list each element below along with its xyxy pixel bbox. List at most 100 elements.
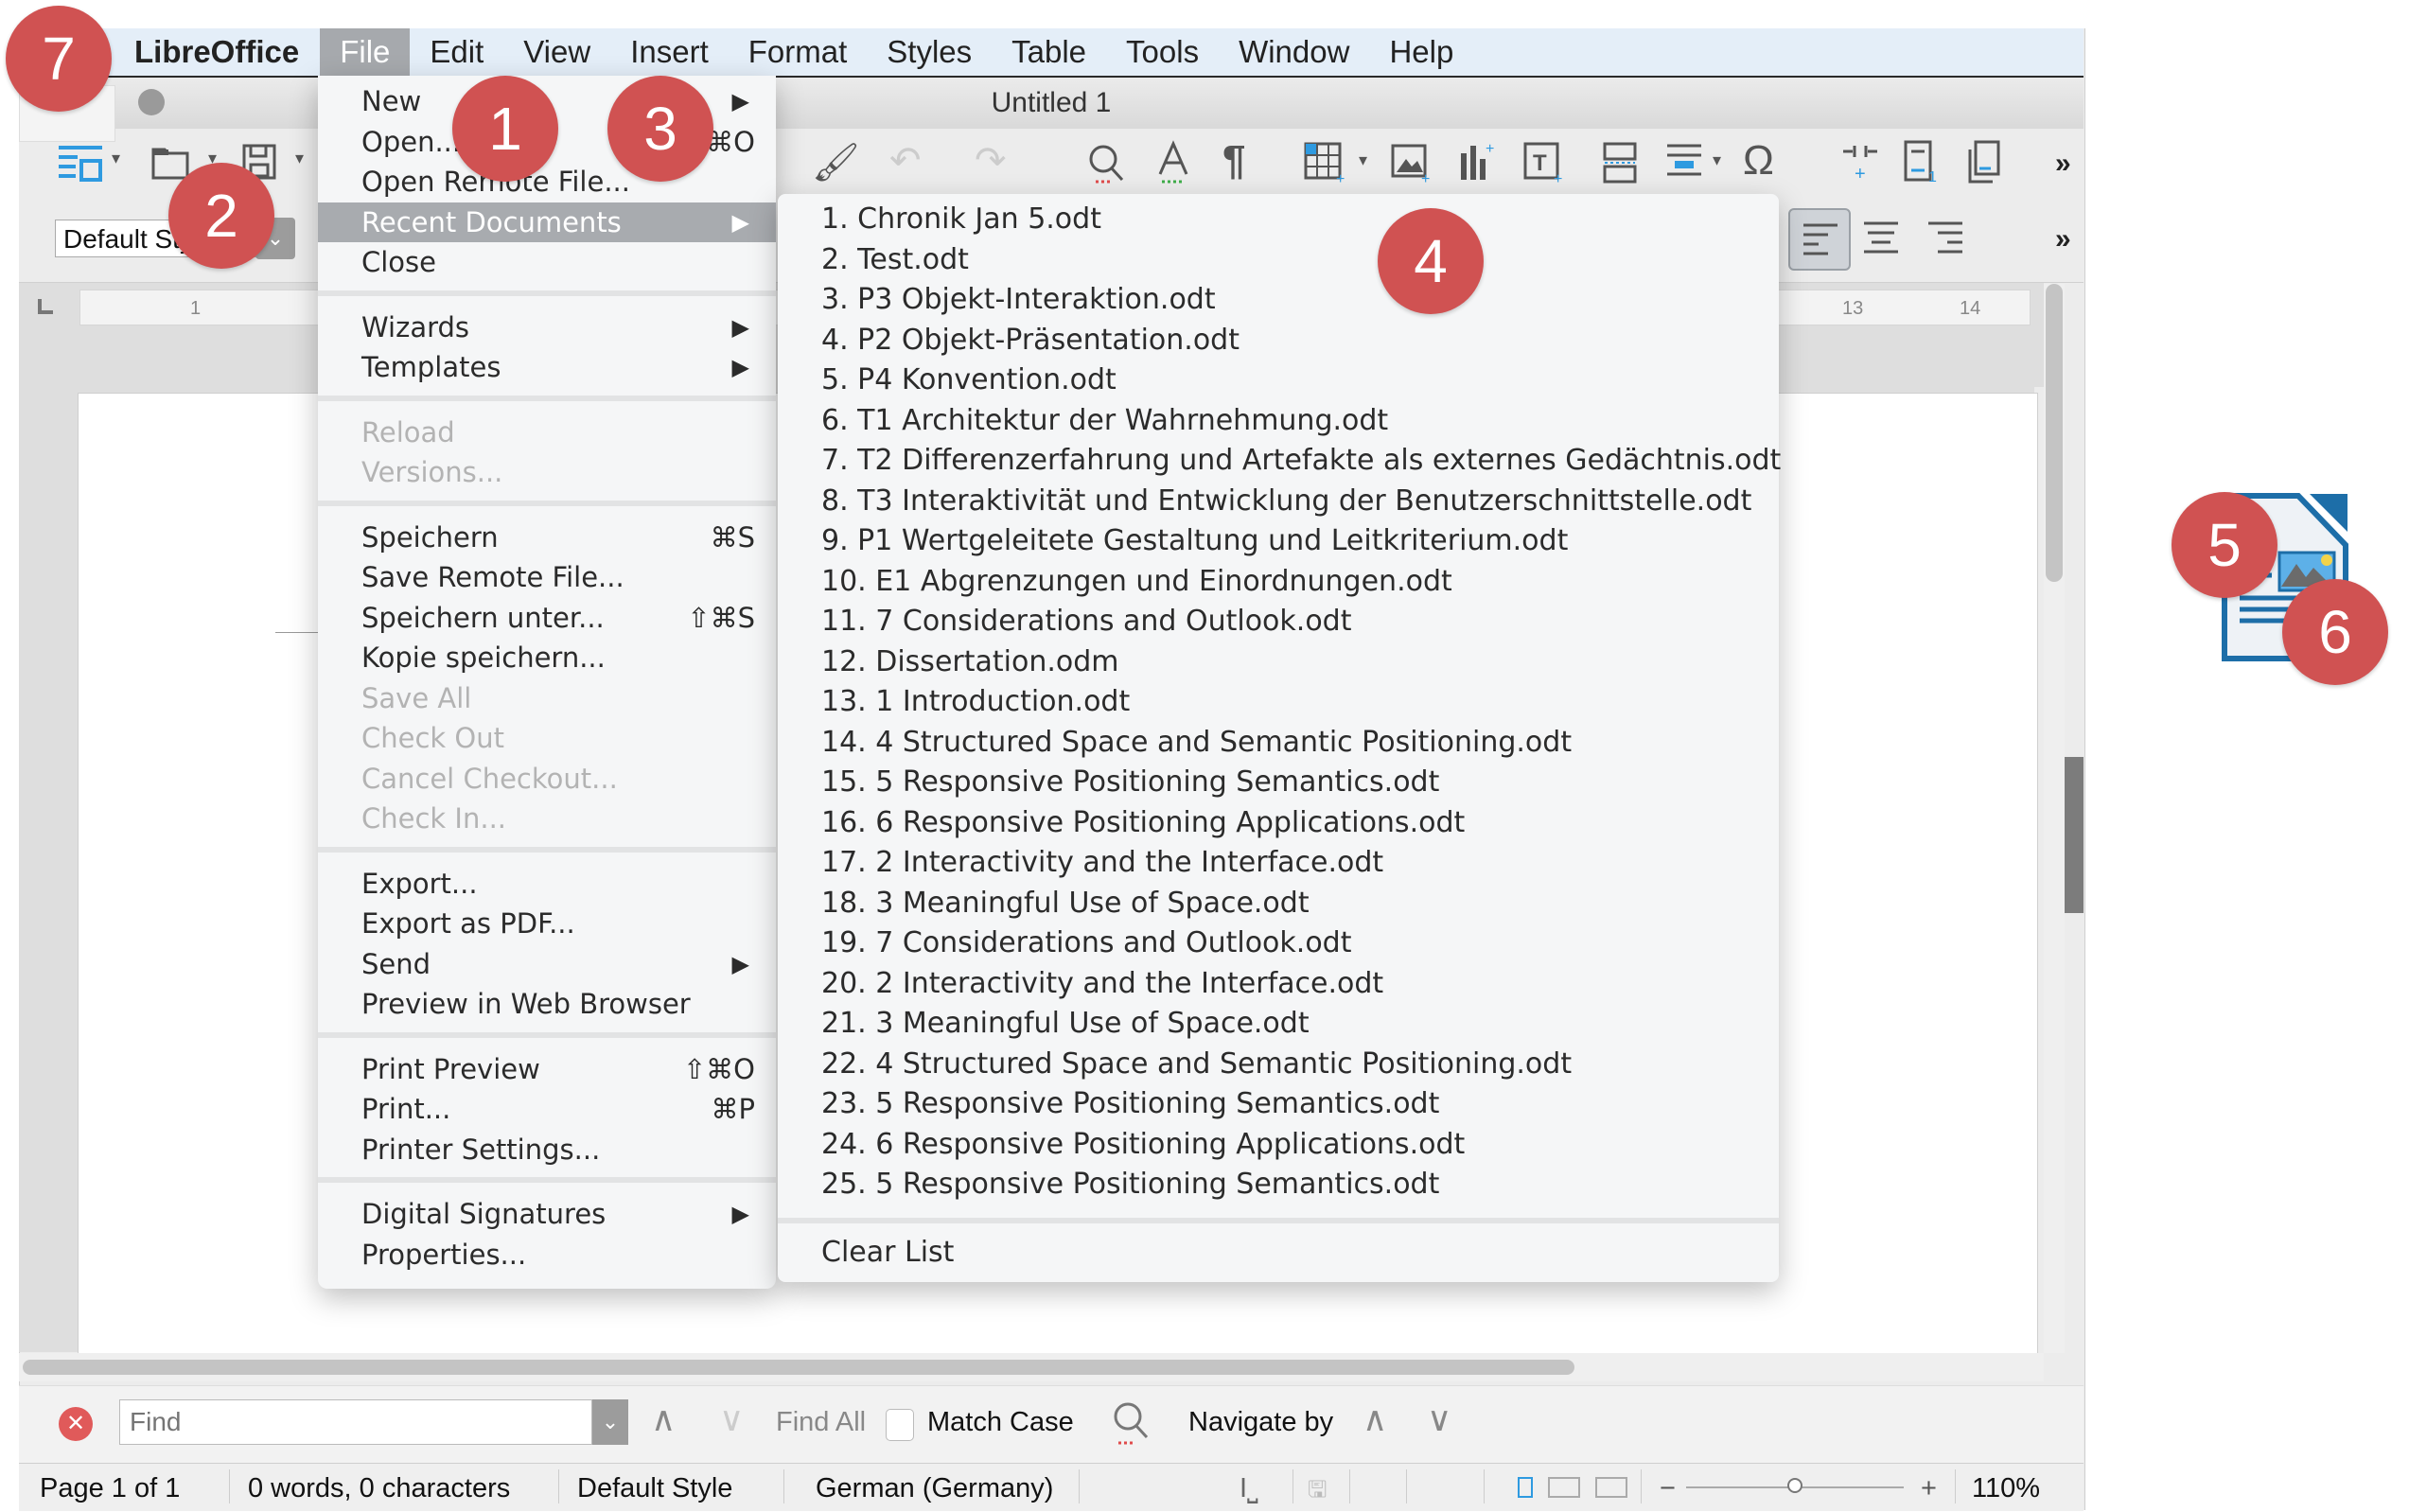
scrollbar-thumb[interactable] <box>23 1360 1574 1375</box>
dropdown-arrow-icon[interactable]: ▾ <box>295 149 304 167</box>
insert-field-icon[interactable] <box>1665 142 1703 184</box>
more-formatting-button[interactable]: » <box>2055 223 2071 255</box>
insert-table-icon[interactable]: + <box>1304 142 1345 184</box>
recent-document-item[interactable]: 23. 5 Responsive Positioning Semantics.o… <box>821 1084 1439 1124</box>
footnote-icon[interactable]: 1 <box>1902 140 1940 184</box>
recent-document-item[interactable]: 8. T3 Interaktivität und Entwicklung der… <box>821 482 1751 521</box>
file-menu-item-digital-signatures[interactable]: Digital Signatures ▶ <box>318 1194 776 1234</box>
file-menu-item-printer-settings[interactable]: Printer Settings... <box>318 1130 776 1169</box>
hyperlink-icon[interactable]: + <box>1839 142 1881 184</box>
recent-document-item[interactable]: 18. 3 Meaningful Use of Space.odt <box>821 884 1310 923</box>
menu-help[interactable]: Help <box>1369 28 1473 76</box>
sidebar-layout-icon[interactable] <box>57 142 104 184</box>
file-menu-item-send[interactable]: Send ▶ <box>318 944 776 984</box>
zoom-level[interactable]: 110% <box>1972 1473 2040 1504</box>
app-menu[interactable]: LibreOffice <box>134 34 299 70</box>
menu-insert[interactable]: Insert <box>610 28 729 76</box>
insert-image-icon[interactable]: + <box>1391 142 1433 184</box>
dropdown-arrow-icon[interactable]: ▾ <box>112 149 120 167</box>
clear-list-button[interactable]: Clear List <box>821 1233 954 1273</box>
undo-icon[interactable]: ↶ <box>889 142 922 180</box>
vertical-scrollbar[interactable] <box>2044 284 2065 1353</box>
recent-document-item[interactable]: 19. 7 Considerations and Outlook.odt <box>821 923 1351 963</box>
page-style[interactable]: Default Style <box>577 1473 732 1504</box>
menu-window[interactable]: Window <box>1219 28 1369 76</box>
recent-document-item[interactable]: 20. 2 Interactivity and the Interface.od… <box>821 964 1383 1004</box>
recent-document-item[interactable]: 4. P2 Objekt-Präsentation.odt <box>821 321 1240 360</box>
file-menu-item-print-preview[interactable]: Print Preview ⇧⌘O <box>318 1049 776 1089</box>
recent-document-item[interactable]: 22. 4 Structured Space and Semantic Posi… <box>821 1045 1572 1084</box>
close-findbar-icon[interactable]: ✕ <box>59 1407 93 1441</box>
formatting-marks-icon[interactable]: ¶ <box>1222 140 1245 182</box>
recent-document-item[interactable]: 6. T1 Architektur der Wahrnehmung.odt <box>821 401 1388 441</box>
file-menu-item-properties[interactable]: Properties... <box>318 1235 776 1275</box>
recent-document-item[interactable]: 15. 5 Responsive Positioning Semantics.o… <box>821 763 1439 802</box>
single-page-view-icon[interactable] <box>1518 1477 1533 1498</box>
align-center-button[interactable] <box>1851 208 1913 271</box>
comment-icon[interactable] <box>1966 140 2004 184</box>
sidebar-collapse-handle[interactable] <box>2065 757 2084 913</box>
zoom-slider[interactable] <box>1686 1478 1904 1493</box>
insert-chart-icon[interactable]: + <box>1457 140 1499 184</box>
navigate-down-icon[interactable]: ∨ <box>1427 1399 1451 1439</box>
more-toolbar-button[interactable]: » <box>2055 148 2071 180</box>
recent-document-item[interactable]: 25. 5 Responsive Positioning Semantics.o… <box>821 1165 1439 1204</box>
file-menu-item-open-remote-file[interactable]: Open Remote File... <box>318 162 776 202</box>
recent-document-item[interactable]: 7. T2 Differenzerfahrung und Artefakte a… <box>821 441 1781 481</box>
language[interactable]: German (Germany) <box>816 1473 1053 1504</box>
horizontal-scrollbar[interactable] <box>19 1353 2044 1381</box>
recent-document-item[interactable]: 24. 6 Responsive Positioning Application… <box>821 1125 1465 1165</box>
find-previous-icon[interactable]: ∧ <box>651 1399 676 1439</box>
find-all-button[interactable]: Find All <box>776 1407 866 1438</box>
recent-document-item[interactable]: 11. 7 Considerations and Outlook.odt <box>821 602 1351 642</box>
find-history-dropdown[interactable]: ⌄ <box>592 1399 628 1445</box>
menu-view[interactable]: View <box>503 28 610 76</box>
redo-icon[interactable]: ↷ <box>975 142 1007 180</box>
recent-document-item[interactable]: 9. P1 Wertgeleitete Gestaltung und Leitk… <box>821 521 1568 561</box>
zoom-out-button[interactable]: − <box>1660 1473 1676 1504</box>
word-count[interactable]: 0 words, 0 characters <box>248 1473 510 1504</box>
selection-mode-icon[interactable]: I⎵ <box>1240 1473 1258 1504</box>
match-case-checkbox[interactable] <box>886 1409 914 1441</box>
recent-document-item[interactable]: 14. 4 Structured Space and Semantic Posi… <box>821 723 1572 763</box>
recent-document-item[interactable]: 16. 6 Responsive Positioning Application… <box>821 803 1465 843</box>
scrollbar-thumb[interactable] <box>2046 284 2063 582</box>
file-menu-item-preview-in-web-browser[interactable]: Preview in Web Browser <box>318 984 776 1024</box>
find-replace-icon[interactable] <box>1086 142 1128 185</box>
file-menu-item-speichern-unter[interactable]: Speichern unter... ⇧⌘S <box>318 598 776 638</box>
find-input[interactable] <box>119 1399 592 1445</box>
file-menu-item-kopie-speichern[interactable]: Kopie speichern... <box>318 638 776 677</box>
menu-styles[interactable]: Styles <box>867 28 992 76</box>
file-menu-item-close[interactable]: Close <box>318 242 776 282</box>
recent-document-item[interactable]: 12. Dissertation.odm <box>821 642 1119 682</box>
recent-document-item[interactable]: 17. 2 Interactivity and the Interface.od… <box>821 843 1383 883</box>
dropdown-arrow-icon[interactable]: ▾ <box>1713 151 1721 168</box>
menu-edit[interactable]: Edit <box>410 28 503 76</box>
file-menu-item-recent-documents[interactable]: Recent Documents ▶ <box>318 202 776 242</box>
file-menu-item-print[interactable]: Print... ⌘P <box>318 1089 776 1129</box>
open-folder-icon[interactable] <box>151 144 189 180</box>
menu-table[interactable]: Table <box>992 28 1106 76</box>
page-break-icon[interactable] <box>1601 142 1639 184</box>
spelling-icon[interactable] <box>1154 140 1192 185</box>
recent-document-item[interactable]: 2. Test.odt <box>821 240 969 280</box>
align-right-button[interactable] <box>1915 208 1978 271</box>
multi-page-view-icon[interactable] <box>1548 1477 1580 1498</box>
recent-document-item[interactable]: 10. E1 Abgrenzungen und Einordnungen.odt <box>821 562 1452 602</box>
file-menu-item-export[interactable]: Export... <box>318 864 776 904</box>
book-view-icon[interactable] <box>1595 1477 1627 1498</box>
menu-format[interactable]: Format <box>729 28 868 76</box>
dropdown-arrow-icon[interactable]: ▾ <box>1359 151 1367 168</box>
clone-formatting-icon[interactable]: 🖌 <box>812 144 860 182</box>
insert-textbox-icon[interactable]: T + <box>1521 140 1565 184</box>
page-count[interactable]: Page 1 of 1 <box>40 1473 180 1504</box>
menu-file[interactable]: File <box>320 28 411 76</box>
find-replace-icon[interactable] <box>1111 1399 1152 1447</box>
menu-tools[interactable]: Tools <box>1106 28 1219 76</box>
recent-document-item[interactable]: 1. Chronik Jan 5.odt <box>821 200 1101 239</box>
file-menu-item-export-as-pdf[interactable]: Export as PDF... <box>318 904 776 943</box>
align-left-button[interactable] <box>1788 208 1851 271</box>
navigate-up-icon[interactable]: ∧ <box>1363 1399 1387 1439</box>
special-character-icon[interactable]: Ω <box>1743 140 1774 182</box>
file-menu-item-templates[interactable]: Templates ▶ <box>318 347 776 387</box>
